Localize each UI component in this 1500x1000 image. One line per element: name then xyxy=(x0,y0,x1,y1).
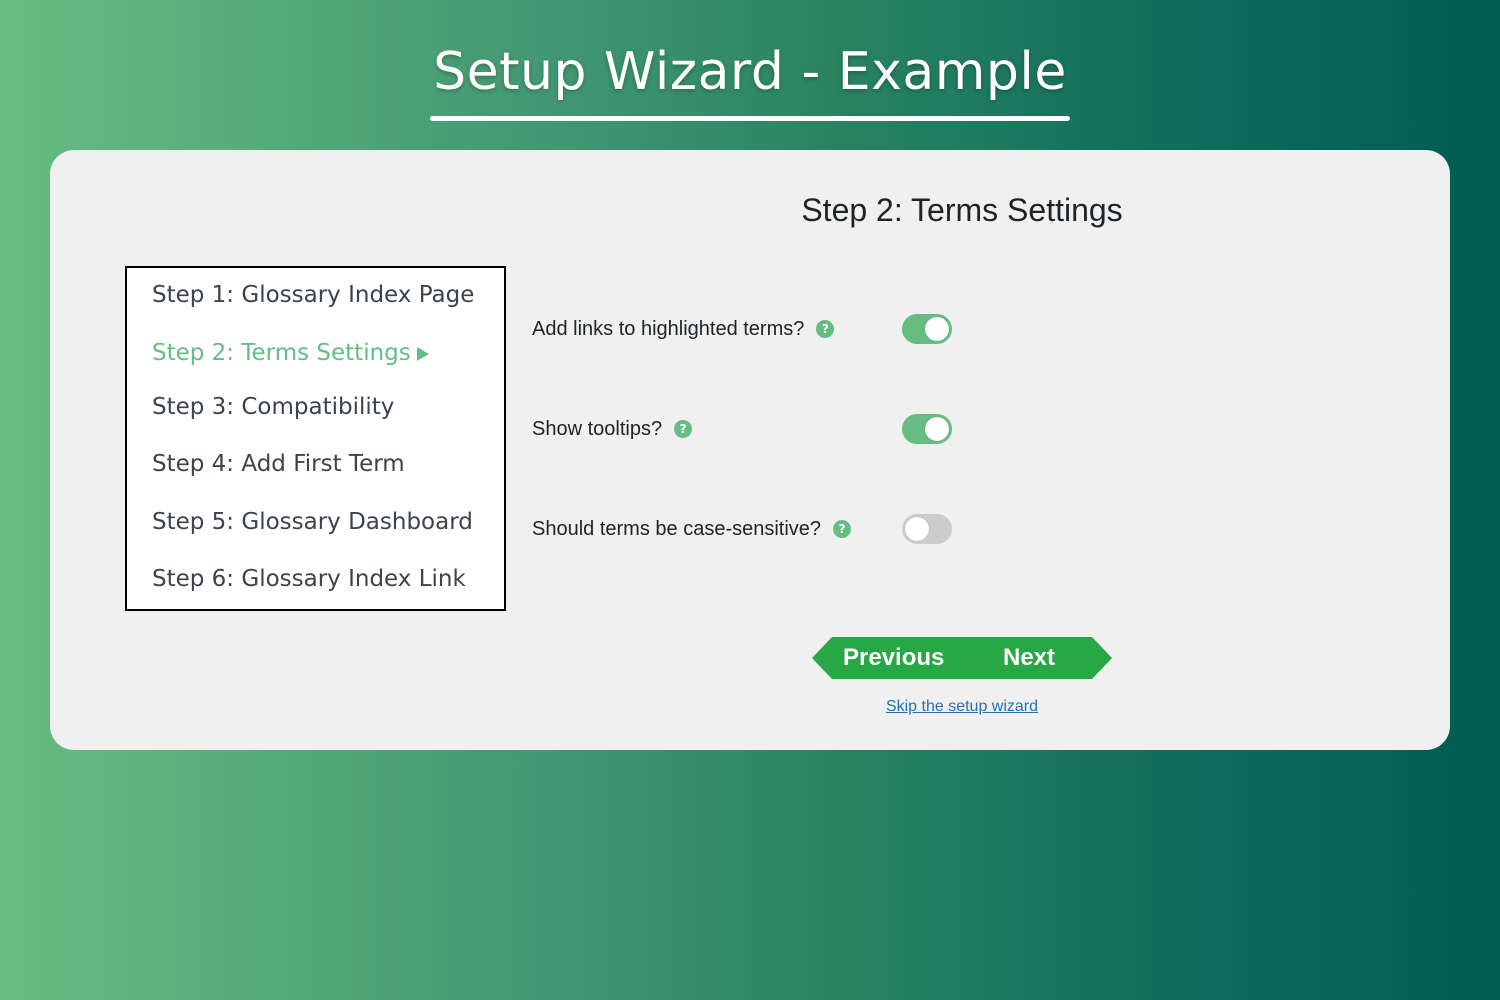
step-item-compatibility[interactable]: Step 3: Compatibility xyxy=(152,392,394,422)
option-label-text: Show tooltips? xyxy=(532,418,663,440)
step-item-glossary-dashboard[interactable]: Step 5: Glossary Dashboard xyxy=(152,507,473,537)
step-label: Step 2: Terms Settings xyxy=(152,340,411,366)
option-label: Add links to highlighted terms?? xyxy=(532,316,835,342)
option-show-tooltips: Show tooltips?? xyxy=(532,412,972,446)
step-label: Step 4: Add First Term xyxy=(152,451,405,477)
step-label: Step 3: Compatibility xyxy=(152,394,395,420)
toggle-knob xyxy=(905,517,929,541)
step-label: Step 1: Glossary Index Page xyxy=(152,282,475,308)
skip-wizard-link[interactable]: Skip the setup wizard xyxy=(812,698,1112,716)
step-label: Step 6: Glossary Index Link xyxy=(152,566,466,592)
option-label-text: Should terms be case-sensitive? xyxy=(532,518,822,540)
step-item-add-first-term[interactable]: Step 4: Add First Term xyxy=(152,449,405,479)
previous-button[interactable]: Previous xyxy=(843,637,944,679)
question-circle-icon[interactable]: ? xyxy=(816,320,835,338)
step-item-terms-settings[interactable]: Step 2: Terms Settings xyxy=(152,338,429,368)
wizard-navigation: Previous Next xyxy=(812,637,1112,679)
title-underline xyxy=(430,116,1070,121)
step-label: Step 5: Glossary Dashboard xyxy=(152,509,473,535)
option-add-links: Add links to highlighted terms?? xyxy=(532,312,972,346)
next-button[interactable]: Next xyxy=(1003,637,1055,679)
show-tooltips-toggle[interactable] xyxy=(902,414,952,444)
wizard-card: Step 2: Terms Settings Step 1: Glossary … xyxy=(50,150,1450,750)
page-title: Setup Wizard - Example xyxy=(433,42,1067,102)
step-item-glossary-index-page[interactable]: Step 1: Glossary Index Page xyxy=(152,280,474,310)
steps-list: Step 1: Glossary Index Page Step 2: Term… xyxy=(125,266,506,611)
question-circle-icon[interactable]: ? xyxy=(833,520,852,538)
option-label: Show tooltips?? xyxy=(532,416,693,442)
option-label-text: Add links to highlighted terms? xyxy=(532,318,805,340)
add-links-toggle[interactable] xyxy=(902,314,952,344)
toggle-knob xyxy=(925,317,949,341)
question-circle-icon[interactable]: ? xyxy=(674,420,693,438)
option-case-sensitive: Should terms be case-sensitive?? xyxy=(532,512,972,546)
toggle-knob xyxy=(925,417,949,441)
step-heading: Step 2: Terms Settings xyxy=(801,192,1123,228)
case-sensitive-toggle[interactable] xyxy=(902,514,952,544)
step-item-glossary-index-link[interactable]: Step 6: Glossary Index Link xyxy=(152,564,466,594)
option-label: Should terms be case-sensitive?? xyxy=(532,516,852,542)
current-step-arrow-icon xyxy=(416,346,429,361)
